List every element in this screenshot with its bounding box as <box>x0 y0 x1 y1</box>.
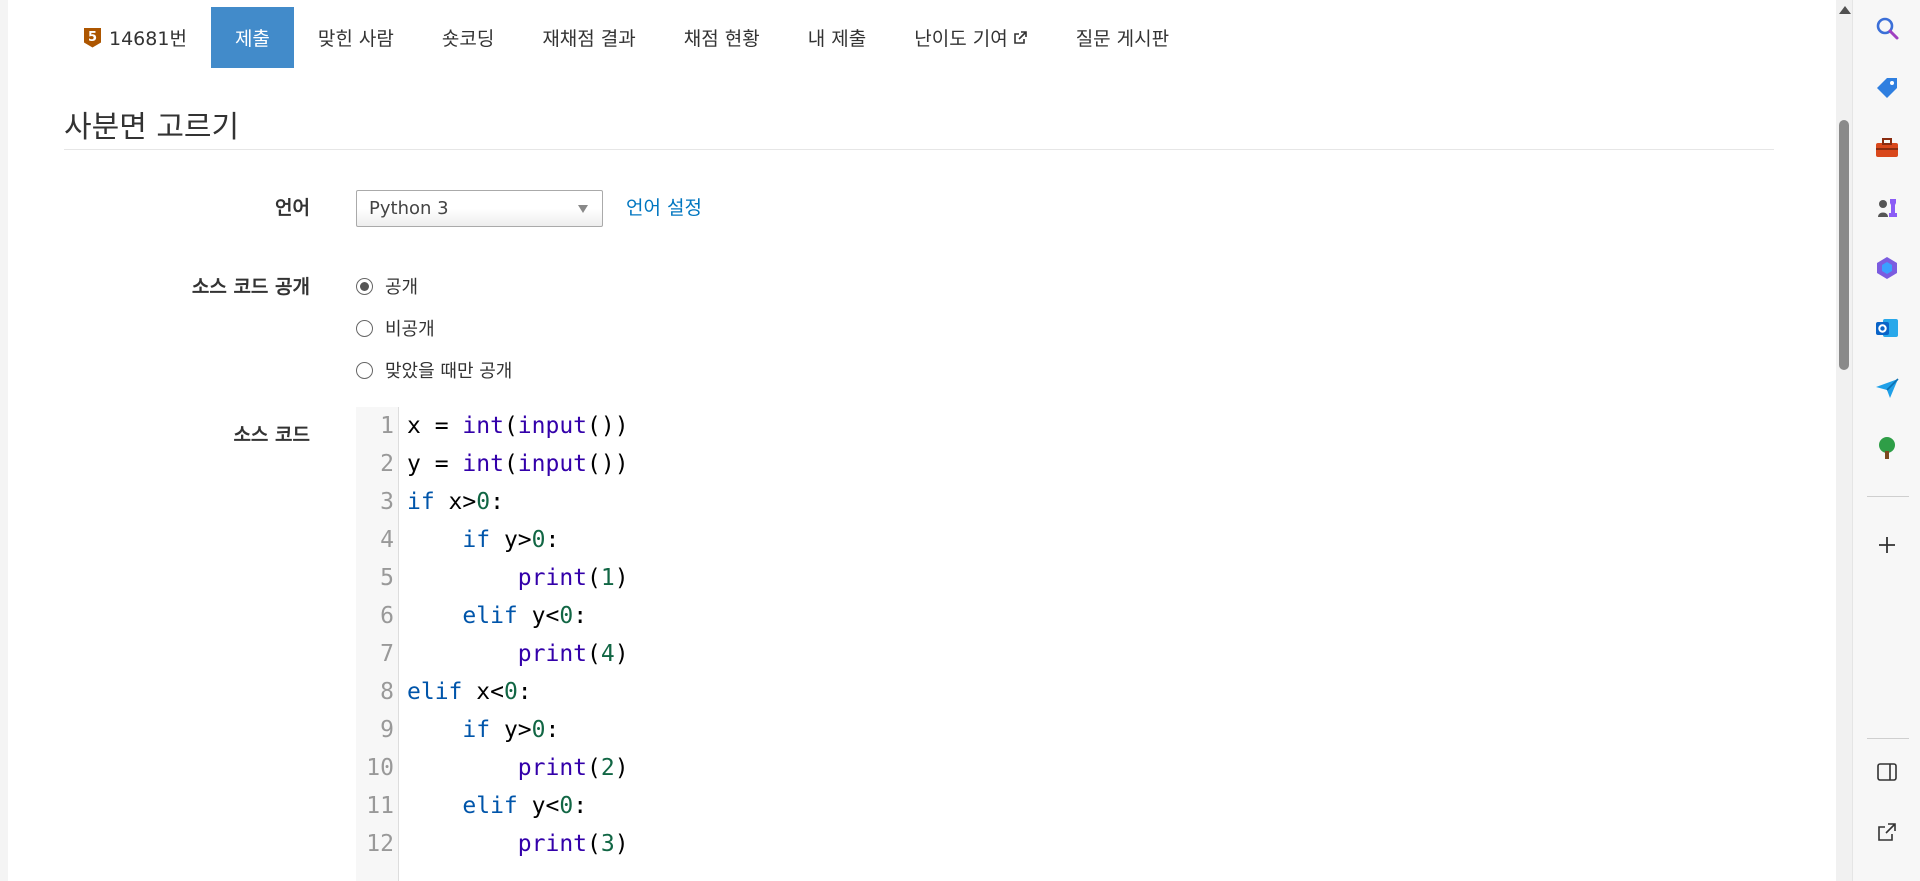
line-number: 6 <box>380 603 394 629</box>
language-label: 언어 <box>275 197 310 219</box>
code-text: if x>0: <box>407 489 504 515</box>
page-scrollbar[interactable] <box>1836 0 1852 881</box>
code-text: print(1) <box>517 565 629 591</box>
toolbox-icon[interactable] <box>1873 134 1901 162</box>
code-text: elif x<0: <box>407 679 532 705</box>
chess-icon[interactable] <box>1873 194 1901 222</box>
tab-submit[interactable]: 제출 <box>210 7 294 68</box>
code-line: 4 if y>0: <box>356 521 559 559</box>
code-line: 3 if x>0: <box>356 483 504 521</box>
line-number: 9 <box>380 717 394 743</box>
add-icon[interactable] <box>1873 531 1901 559</box>
line-number: 11 <box>366 793 394 819</box>
tree-icon[interactable] <box>1873 434 1901 462</box>
outlook-icon[interactable] <box>1873 314 1901 342</box>
line-number: 7 <box>380 641 394 667</box>
line-number: 8 <box>380 679 394 705</box>
code-text: print(4) <box>517 641 629 667</box>
tab-solved-users[interactable]: 맞힌 사람 <box>294 7 418 68</box>
radio-private[interactable]: 비공개 <box>356 315 435 341</box>
radio-public-label: 공개 <box>385 277 419 298</box>
tab-my-submissions[interactable]: 내 제출 <box>784 7 890 68</box>
code-text: print(3) <box>517 831 629 857</box>
tier-badge-icon: 5 <box>84 27 101 48</box>
code-text: if y>0: <box>462 527 560 553</box>
language-select[interactable]: Python 3 <box>356 190 603 227</box>
language-select-value: Python 3 <box>369 198 449 219</box>
line-number: 4 <box>380 527 394 553</box>
radio-private-label: 비공개 <box>385 319 435 340</box>
radio-public-if-correct-input[interactable] <box>356 361 373 379</box>
code-text: elif y<0: <box>462 603 588 629</box>
line-number: 2 <box>380 451 394 477</box>
split-view-icon[interactable] <box>1873 758 1901 786</box>
problem-number: 14681번 <box>109 28 187 50</box>
tab-question-board[interactable]: 질문 게시판 <box>1052 7 1193 68</box>
code-line: 9 if y>0: <box>356 711 559 749</box>
tab-judge-status[interactable]: 채점 현황 <box>660 7 784 68</box>
line-number: 10 <box>366 755 394 781</box>
line-number: 12 <box>366 831 394 857</box>
radio-public-if-correct[interactable]: 맞았을 때만 공개 <box>356 357 512 383</box>
radio-public-if-correct-label: 맞았을 때만 공개 <box>385 361 513 382</box>
tab-rejudge-results[interactable]: 재채점 결과 <box>518 7 659 68</box>
code-line: 8 elif x<0: <box>356 673 532 711</box>
search-icon[interactable] <box>1873 14 1901 42</box>
scroll-thumb[interactable] <box>1839 120 1849 370</box>
radio-public[interactable]: 공개 <box>356 273 418 299</box>
code-text: x = int(input()) <box>407 413 629 439</box>
line-number: 1 <box>380 413 394 439</box>
code-text: y = int(input()) <box>407 451 629 477</box>
source-code-label: 소스 코드 <box>233 424 310 446</box>
problem-nav: 5 14681번 제출 맞힌 사람 숏코딩 재채점 결과 채점 현황 내 제출 … <box>70 7 1193 68</box>
line-number: 5 <box>380 565 394 591</box>
code-line: 2 y = int(input()) <box>356 445 628 483</box>
scroll-up-arrow-icon[interactable] <box>1839 6 1851 14</box>
code-editor[interactable]: 1 x = int(input()) 2 y = int(input()) 3 … <box>356 407 1774 881</box>
tab-short-coding[interactable]: 숏코딩 <box>418 7 518 68</box>
browser-sidebar <box>1852 0 1920 881</box>
code-line: 11 elif y<0: <box>356 787 587 825</box>
tab-problem[interactable]: 5 14681번 <box>70 7 211 68</box>
title-divider <box>64 149 1774 150</box>
code-line: 6 elif y<0: <box>356 597 587 635</box>
code-text: elif y<0: <box>462 793 588 819</box>
open-external-icon[interactable] <box>1873 818 1901 846</box>
sidebar-divider <box>1867 738 1909 739</box>
code-line: 10 print(2) <box>356 749 628 787</box>
line-number: 3 <box>380 489 394 515</box>
code-line: 7 print(4) <box>356 635 628 673</box>
external-link-icon <box>1013 30 1027 44</box>
code-text: if y>0: <box>462 717 560 743</box>
tab-difficulty-contribute[interactable]: 난이도 기여 <box>890 7 1051 68</box>
browser-page: 5 14681번 제출 맞힌 사람 숏코딩 재채점 결과 채점 현황 내 제출 … <box>0 0 1836 881</box>
page-title: 사분면 고르기 <box>64 110 240 145</box>
tag-icon[interactable] <box>1873 74 1901 102</box>
radio-private-input[interactable] <box>356 319 373 337</box>
sidebar-divider <box>1867 496 1909 497</box>
tab-difficulty-label: 난이도 기여 <box>914 28 1008 50</box>
radio-public-input[interactable] <box>356 277 373 295</box>
copilot-icon[interactable] <box>1873 254 1901 282</box>
send-icon[interactable] <box>1873 374 1901 402</box>
code-line: 5 print(1) <box>356 559 628 597</box>
code-line: 12 print(3) <box>356 825 628 863</box>
code-text: print(2) <box>517 755 629 781</box>
code-line: 1 x = int(input()) <box>356 407 628 445</box>
chevron-down-icon <box>578 205 588 213</box>
visibility-label: 소스 코드 공개 <box>191 276 310 298</box>
language-settings-link[interactable]: 언어 설정 <box>626 193 702 220</box>
